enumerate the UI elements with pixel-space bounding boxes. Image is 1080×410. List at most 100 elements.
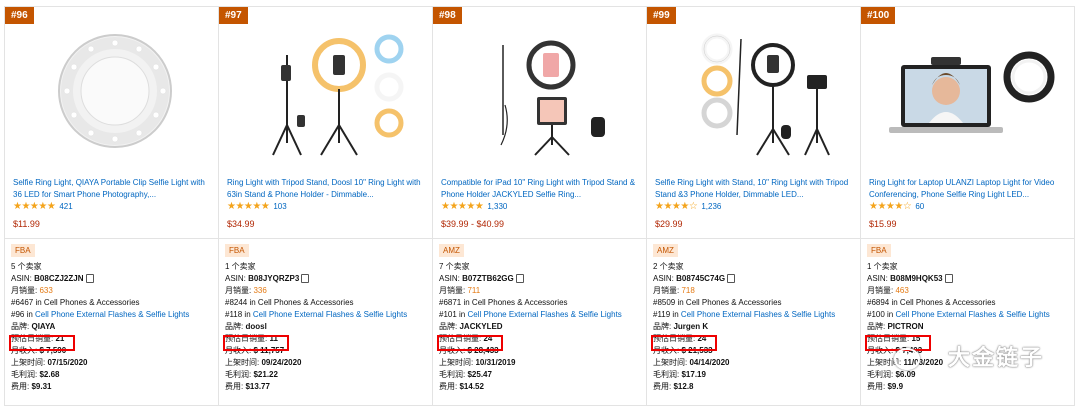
bsr-sub-rank: #100 in [867, 310, 894, 319]
copy-icon[interactable] [85, 274, 94, 284]
product-card[interactable]: #98 Compatible for iPad 10" Ring Light w… [433, 6, 647, 406]
rating-count[interactable]: 60 [915, 202, 924, 211]
rating-stars[interactable]: ★★★★★ 103 [227, 201, 287, 212]
daily-sales-highlight [651, 335, 717, 351]
product-title-link[interactable]: Ring Light with Tripod Stand, Doosl 10" … [227, 177, 425, 201]
bsr-main: #8244 in Cell Phones & Accessories [225, 298, 354, 307]
copy-icon[interactable] [515, 274, 524, 284]
product-image[interactable] [871, 25, 1065, 157]
fee-row: 费用: $9.31 [11, 381, 217, 393]
product-title-link[interactable]: Ring Light for Laptop ULANZI Laptop Ligh… [869, 177, 1067, 201]
fulfillment-badge: AMZ [653, 244, 678, 257]
product-stats: 2 个卖家 ASIN: B08745C74G 月销量: 718 #8509 in… [653, 261, 859, 393]
product-card[interactable]: #97 Ring Light with Tripod Stand, Doosl … [219, 6, 433, 406]
brand-label: 品牌: [653, 322, 672, 331]
asin-value: B08M9HQK53 [890, 274, 943, 283]
seller-count: 1 个卖家 [225, 262, 256, 271]
listed-label: 上架时间: [11, 358, 46, 367]
fee-value: $9.31 [31, 382, 52, 391]
listed-label: 上架时间: [439, 358, 474, 367]
brand-label: 品牌: [225, 322, 244, 331]
fulfillment-badge: AMZ [439, 244, 464, 257]
daily-sales-highlight [437, 335, 503, 351]
fulfillment-badge: FBA [11, 244, 35, 257]
asin-value: B08CZJ2ZJN [34, 274, 84, 283]
product-image[interactable] [443, 25, 637, 157]
brand-label: 品牌: [11, 322, 30, 331]
brand-value: doosl [245, 322, 267, 331]
product-card[interactable]: #96 Selfie Ring Light, QIAYA Portable Cl… [5, 6, 219, 406]
price: $34.99 [227, 219, 255, 229]
product-title-link[interactable]: Selfie Ring Light, QIAYA Portable Clip S… [13, 177, 211, 201]
rating-stars[interactable]: ★★★★★ 421 [13, 201, 73, 212]
seller-count: 2 个卖家 [653, 262, 684, 271]
brand-value: PICTRON [887, 322, 924, 331]
rating-stars[interactable]: ★★★★★ 1,330 [441, 201, 507, 212]
listed-date-row: 上架时间: 07/15/2020 [11, 357, 217, 369]
fulfillment-badge: FBA [867, 244, 891, 257]
product-image[interactable] [229, 25, 423, 157]
rating-count[interactable]: 421 [59, 202, 72, 211]
monthly-sales-row: 月销量: 336 [225, 285, 431, 297]
wechat-icon [894, 348, 920, 370]
bsr-sub-row: #119 in Cell Phone External Flashes & Se… [653, 309, 859, 321]
fee-label: 费用: [439, 382, 458, 391]
product-title-link[interactable]: Compatible for iPad 10" Ring Light with … [441, 177, 639, 201]
monthly-sales-label: 月销量: [439, 286, 466, 295]
category-link[interactable]: Cell Phone External Flashes & Selfie Lig… [253, 310, 407, 319]
price: $15.99 [869, 219, 897, 229]
category-link[interactable]: Cell Phone External Flashes & Selfie Lig… [895, 310, 1049, 319]
monthly-sales-label: 月销量: [653, 286, 680, 295]
rank-badge: #98 [433, 7, 462, 24]
monthly-sales-value: 718 [681, 286, 695, 295]
product-title-link[interactable]: Selfie Ring Light with Stand, 10" Ring L… [655, 177, 853, 201]
category-link[interactable]: Cell Phone External Flashes & Selfie Lig… [467, 310, 621, 319]
monthly-sales-value: 633 [39, 286, 53, 295]
fee-label: 费用: [653, 382, 672, 391]
monthly-sales-row: 月销量: 463 [867, 285, 1073, 297]
asin-row: ASIN: B08M9HQK53 [867, 273, 1073, 285]
product-image[interactable] [15, 25, 209, 157]
rating-count[interactable]: 1,330 [487, 202, 507, 211]
profit-label: 毛利润: [653, 370, 680, 379]
category-link[interactable]: Cell Phone External Flashes & Selfie Lig… [35, 310, 189, 319]
bsr-sub-row: #96 in Cell Phone External Flashes & Sel… [11, 309, 217, 321]
monthly-sales-value: 336 [253, 286, 267, 295]
rating-stars[interactable]: ★★★★☆ 60 [869, 201, 924, 212]
category-link[interactable]: Cell Phone External Flashes & Selfie Lig… [681, 310, 835, 319]
listed-date-row: 上架时间: 09/24/2020 [225, 357, 431, 369]
product-card[interactable]: #99 Selfie Ring Light with Stand, 10" Ri… [647, 6, 861, 406]
copy-icon[interactable] [727, 274, 736, 284]
rating-count[interactable]: 1,236 [701, 202, 721, 211]
price: $39.99 - $40.99 [441, 219, 505, 229]
fee-label: 费用: [867, 382, 886, 391]
product-stats: 5 个卖家 ASIN: B08CZJ2ZJN 月销量: 633 #6467 in… [11, 261, 217, 393]
fee-value: $14.52 [459, 382, 484, 391]
asin-row: ASIN: B08745C74G [653, 273, 859, 285]
copy-icon[interactable] [944, 274, 953, 284]
listed-value: 07/15/2020 [47, 358, 88, 367]
product-image[interactable] [657, 25, 851, 157]
star-icons: ★★★★☆ [869, 201, 912, 212]
bsr-sub-rank: #119 in [653, 310, 679, 319]
bsr-main: #6871 in Cell Phones & Accessories [439, 298, 568, 307]
asin-value: B08JYQRZP3 [248, 274, 300, 283]
daily-sales-highlight [223, 335, 289, 351]
star-icons: ★★★★★ [13, 201, 56, 212]
fee-row: 费用: $9.9 [867, 381, 1073, 393]
rank-badge: #100 [861, 7, 896, 24]
watermark: 大金链子 [947, 345, 1044, 370]
bsr-sub-rank: #101 in [439, 310, 466, 319]
rating-count[interactable]: 103 [273, 202, 286, 211]
listed-date-row: 上架时间: 04/14/2020 [653, 357, 859, 369]
profit-value: $21.22 [253, 370, 278, 379]
rating-stars[interactable]: ★★★★☆ 1,236 [655, 201, 721, 212]
copy-icon[interactable] [301, 274, 310, 284]
brand-value: QIAYA [31, 322, 56, 331]
profit-label: 毛利润: [867, 370, 894, 379]
asin-label: ASIN: [653, 274, 674, 283]
star-icons: ★★★★★ [227, 201, 270, 212]
profit-row: 毛利润: $2.68 [11, 369, 217, 381]
bsr-sub-row: #118 in Cell Phone External Flashes & Se… [225, 309, 431, 321]
bsr-sub-rank: #118 in [225, 310, 251, 319]
